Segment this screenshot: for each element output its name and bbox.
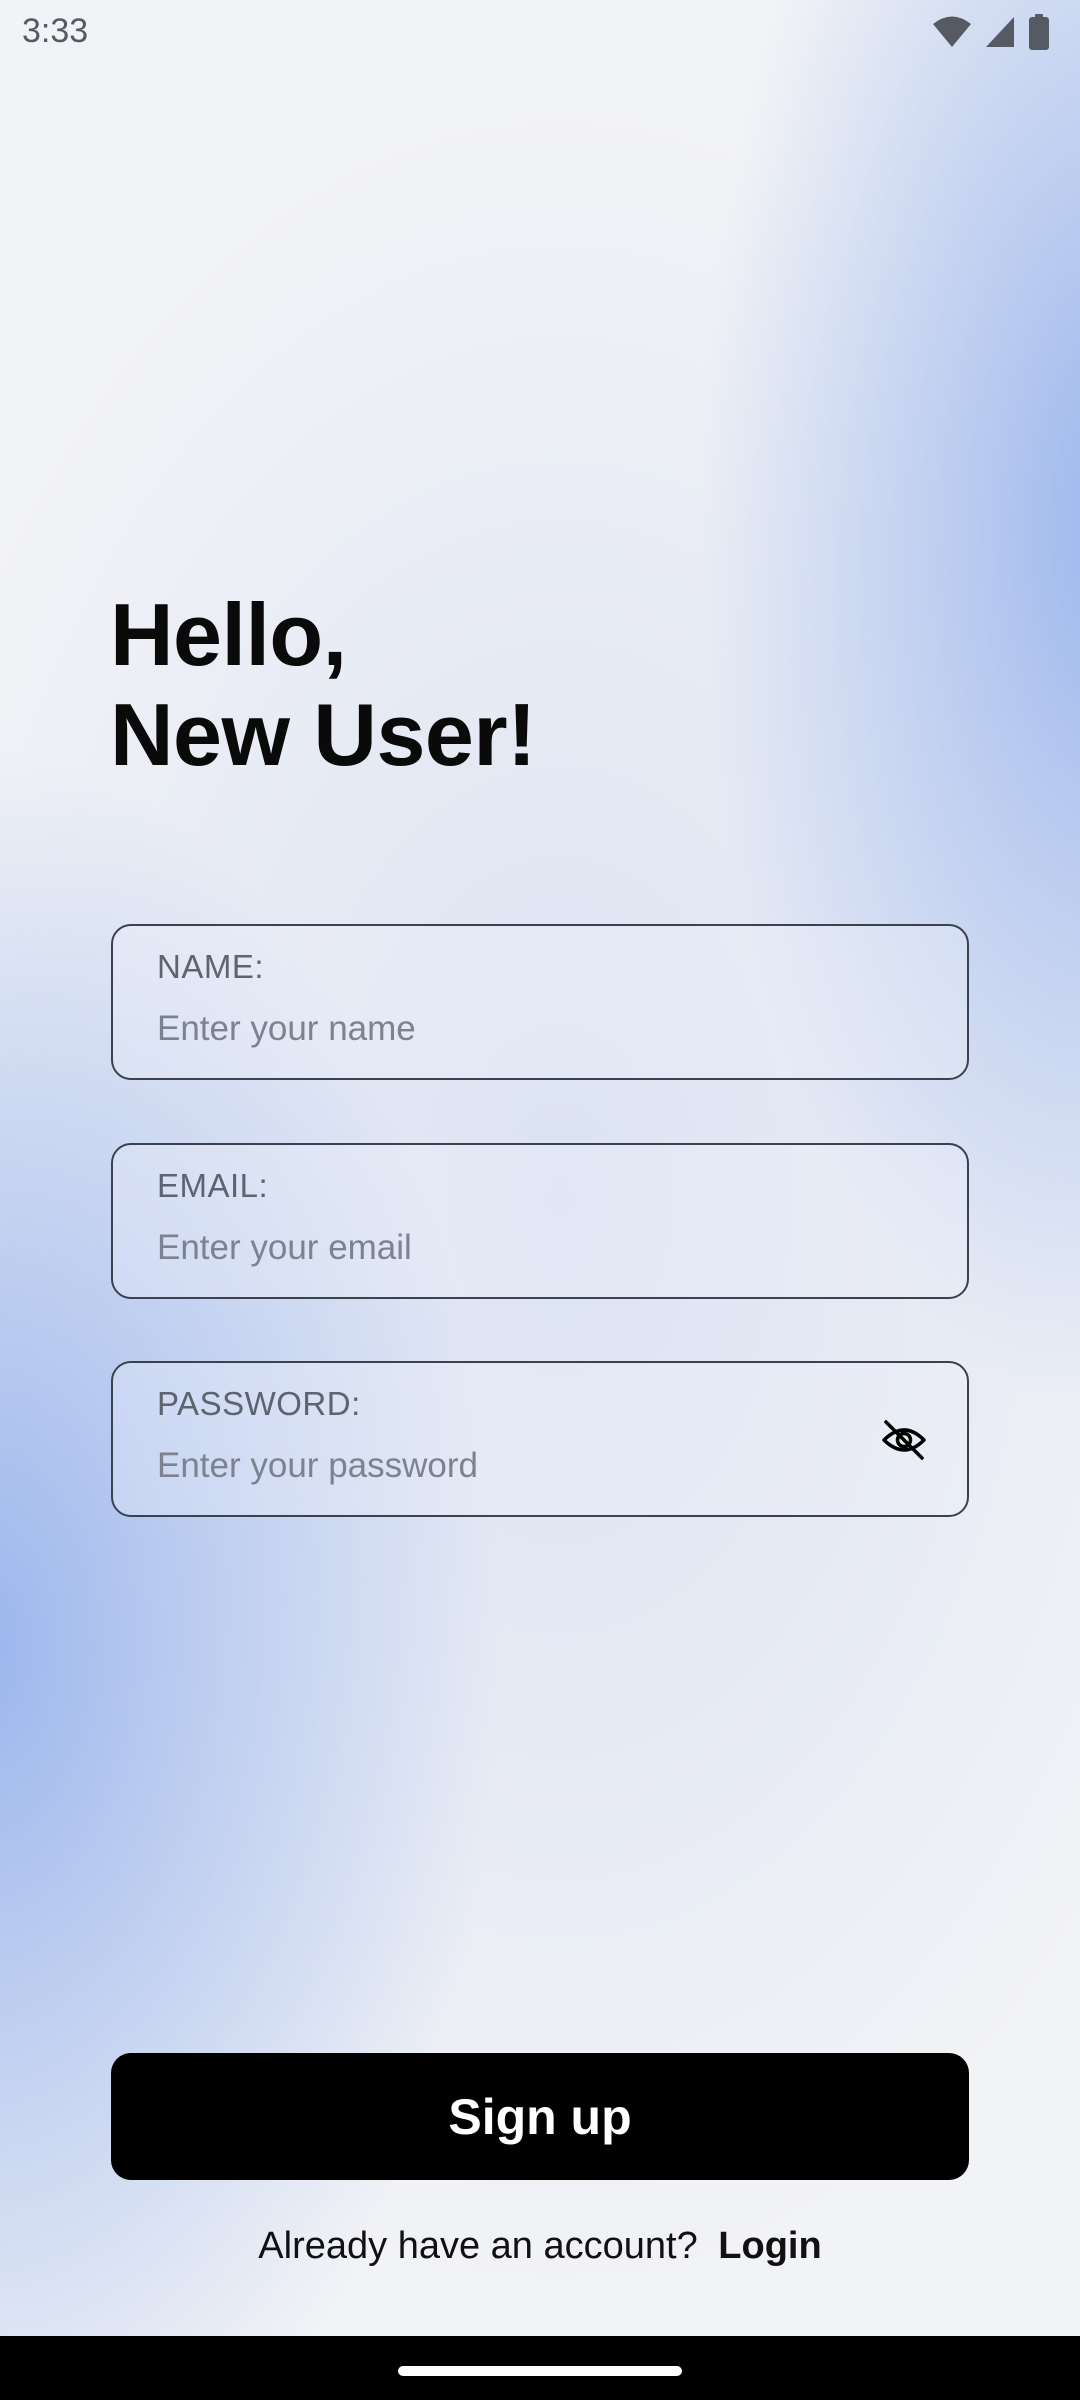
cellular-signal-icon (984, 15, 1016, 49)
password-input[interactable] (157, 1441, 857, 1491)
greeting-line-2: New User! (110, 685, 536, 784)
email-field-label: EMAIL: (157, 1167, 269, 1204)
password-field[interactable]: PASSWORD: (111, 1361, 969, 1517)
navigation-bar (0, 2336, 1080, 2400)
login-link[interactable]: Login (718, 2225, 821, 2267)
eye-off-icon[interactable] (877, 1413, 931, 1467)
sign-up-button[interactable]: Sign up (111, 2053, 969, 2180)
name-field[interactable]: NAME: (111, 924, 969, 1080)
signup-screen: 3:33 Hello, New User! NAME: Enter your n… (0, 0, 1080, 2400)
email-input[interactable] (157, 1223, 857, 1273)
email-field[interactable]: EMAIL: (111, 1143, 969, 1299)
login-prompt: Already have an account? Login (0, 2225, 1080, 2268)
home-indicator[interactable] (398, 2366, 682, 2376)
battery-icon (1028, 14, 1050, 50)
status-bar: 3:33 (0, 0, 1080, 64)
login-prompt-text: Already have an account? (258, 2225, 698, 2267)
name-field-label: NAME: (157, 948, 265, 985)
status-time: 3:33 (22, 12, 89, 50)
page-title: Hello, New User! (110, 585, 536, 785)
status-icons (932, 14, 1050, 50)
name-input[interactable] (157, 1004, 857, 1054)
wifi-icon (932, 15, 972, 49)
password-field-label: PASSWORD: (157, 1385, 361, 1422)
greeting-line-1: Hello, (110, 585, 347, 684)
